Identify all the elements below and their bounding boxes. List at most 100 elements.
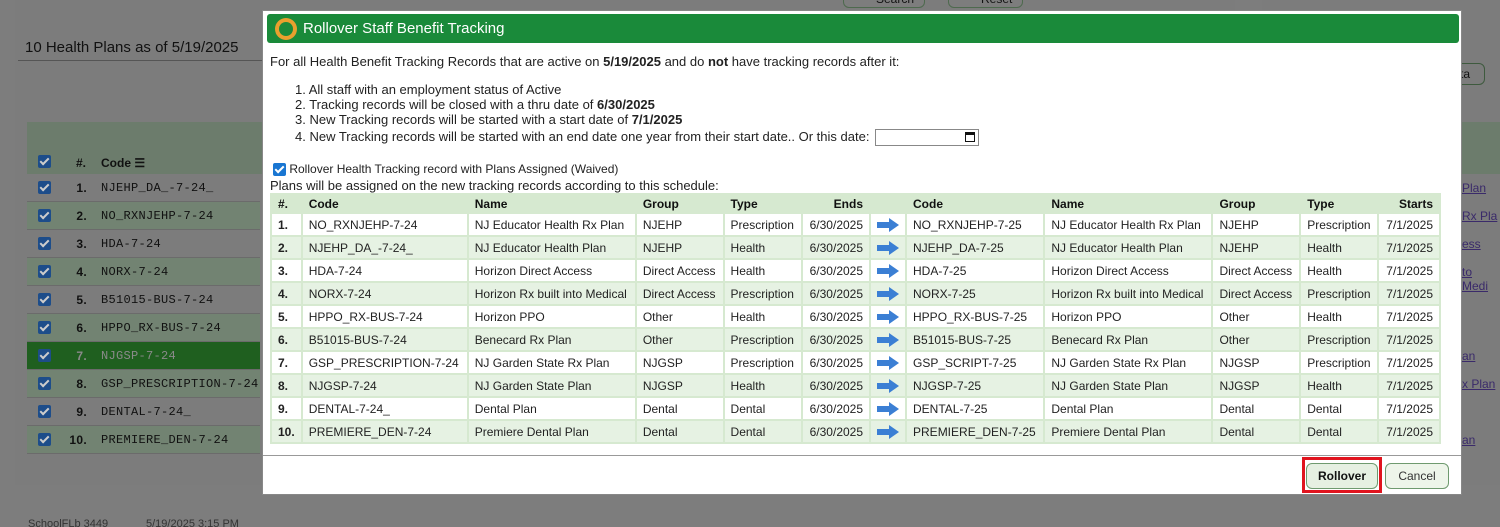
plan-group: Direct Access	[636, 283, 723, 304]
background-plan-link[interactable]: Plan	[1462, 181, 1486, 195]
row-checkbox[interactable]	[38, 209, 51, 222]
row-code: NORX-7-24	[101, 265, 169, 279]
plan-name: Premiere Dental Plan	[468, 421, 635, 442]
background-plan-link[interactable]: to Medi	[1462, 265, 1500, 293]
rollover-steps: 1. All staff with an employment status o…	[295, 82, 980, 147]
background-table-row[interactable]: 9. DENTAL-7-24_	[27, 398, 260, 426]
plan-row: 8. NJGSP-7-24 NJ Garden State Plan NJGSP Hea…	[272, 375, 1439, 396]
column-header-code[interactable]: Code ☰	[101, 156, 145, 170]
plan-code: HDA-7-24	[302, 260, 467, 281]
new-plan-group: Dental	[1213, 398, 1300, 419]
header-starts: Starts	[1398, 196, 1433, 211]
new-plan-starts: 7/1/2025	[1379, 260, 1439, 281]
background-table-row[interactable]: 4. NORX-7-24	[27, 258, 260, 286]
row-checkbox[interactable]	[38, 293, 51, 306]
background-table-row[interactable]: 10. PREMIERE_DEN-7-24	[27, 426, 260, 454]
row-checkbox[interactable]	[38, 321, 51, 334]
new-plan-code: HDA-7-25	[907, 260, 1044, 281]
header-arrow	[871, 195, 905, 212]
plan-group: Other	[636, 306, 723, 327]
background-plan-link[interactable]: an	[1462, 349, 1475, 363]
plan-name: Horizon Rx built into Medical	[468, 283, 635, 304]
row-code: GSP_PRESCRIPTION-7-24	[101, 377, 259, 391]
new-plan-starts: 7/1/2025	[1379, 306, 1439, 327]
plan-code: NORX-7-24	[302, 283, 467, 304]
waived-checkbox[interactable]	[273, 163, 286, 177]
intro-text: For all Health Benefit Tracking Records …	[270, 54, 899, 69]
background-table-row[interactable]: 8. GSP_PRESCRIPTION-7-24	[27, 370, 260, 398]
waived-checkbox-row[interactable]: Rollover Health Tracking record with Pla…	[273, 162, 618, 177]
calendar-icon[interactable]	[965, 132, 976, 143]
rollover-arrow	[871, 214, 906, 235]
plan-type: Prescription	[724, 329, 801, 350]
rollover-arrow	[871, 421, 906, 442]
new-plan-type: Prescription	[1301, 283, 1378, 304]
background-table-row[interactable]: 6. HPPO_RX-BUS-7-24	[27, 314, 260, 342]
plan-name: Dental Plan	[468, 398, 635, 419]
header-new-group: Group	[1219, 196, 1256, 211]
plan-type: Health	[724, 237, 801, 258]
plan-type: Prescription	[724, 214, 801, 235]
plan-code: B51015-BUS-7-24	[302, 329, 467, 350]
header-type: Type	[730, 196, 758, 211]
step-1: 1. All staff with an employment status o…	[295, 82, 562, 97]
new-plan-name: NJ Garden State Rx Plan	[1045, 352, 1212, 373]
new-plan-name: NJ Garden State Plan	[1045, 375, 1212, 396]
plan-num: 1.	[272, 214, 301, 235]
row-checkbox[interactable]	[38, 349, 51, 362]
header-num: #.	[278, 196, 289, 211]
row-checkbox[interactable]	[38, 181, 51, 194]
new-plan-starts: 7/1/2025	[1379, 352, 1439, 373]
rollover-button[interactable]: Rollover	[1306, 463, 1378, 489]
row-checkbox[interactable]	[38, 377, 51, 390]
background-table-row[interactable]: 7. NJGSP-7-24	[27, 342, 260, 370]
background-table-row[interactable]: 2. NO_RXNJEHP-7-24	[27, 202, 260, 230]
new-plan-code: HPPO_RX-BUS-7-25	[907, 306, 1044, 327]
intro-not: not	[707, 54, 729, 69]
header-new-code: Code	[913, 196, 944, 211]
row-checkbox[interactable]	[38, 265, 51, 278]
end-date-input[interactable]	[875, 129, 980, 147]
background-table-row[interactable]: 5. B51015-BUS-7-24	[27, 286, 260, 314]
row-checkbox[interactable]	[38, 237, 51, 250]
step-2-date: 6/30/2025	[597, 97, 655, 112]
background-plan-link[interactable]: Rx Pla	[1462, 209, 1497, 223]
cancel-button[interactable]: Cancel	[1385, 463, 1449, 489]
row-number: 1.	[76, 181, 87, 195]
row-code: DENTAL-7-24_	[101, 405, 192, 419]
plan-num: 6.	[272, 329, 301, 350]
new-plan-name: NJ Educator Health Plan	[1045, 237, 1212, 258]
new-plan-type: Health	[1301, 306, 1378, 327]
plan-num: 9.	[272, 398, 301, 419]
row-checkbox[interactable]	[38, 433, 51, 446]
background-table-row[interactable]: 1. NJEHP_DA_-7-24_	[27, 174, 260, 202]
plan-type: Health	[724, 375, 801, 396]
dialog-footer-divider	[263, 455, 1461, 456]
new-plan-name: Dental Plan	[1045, 398, 1212, 419]
header-new-type: Type	[1307, 196, 1335, 211]
background-plan-link[interactable]: x Plan	[1462, 377, 1495, 391]
reset-button[interactable]: Reset	[948, 0, 1024, 8]
new-plan-type: Prescription	[1301, 214, 1378, 235]
background-plan-link[interactable]: ess	[1462, 237, 1481, 251]
plan-ends: 6/30/2025	[802, 375, 870, 396]
plan-type: Dental	[724, 398, 801, 419]
rollover-arrow	[871, 352, 906, 373]
row-checkbox[interactable]	[38, 405, 51, 418]
background-table-row[interactable]: 3. HDA-7-24	[27, 230, 260, 258]
select-all-checkbox[interactable]	[38, 155, 51, 168]
search-button[interactable]: Search	[843, 0, 926, 8]
column-menu-icon[interactable]: ☰	[134, 156, 145, 170]
row-number: 7.	[76, 349, 87, 363]
arrow-right-icon	[877, 424, 900, 439]
row-number: 2.	[76, 209, 87, 223]
plan-ends: 6/30/2025	[802, 306, 870, 327]
dialog-title: Rollover Staff Benefit Tracking	[303, 20, 505, 37]
background-plan-link[interactable]: an	[1462, 433, 1475, 447]
plan-name: Benecard Rx Plan	[468, 329, 635, 350]
new-plan-type: Health	[1301, 375, 1378, 396]
step-4: 4. New Tracking records will be started …	[295, 129, 980, 147]
new-plan-type: Health	[1301, 260, 1378, 281]
new-plan-type: Dental	[1301, 421, 1378, 442]
row-number: 8.	[76, 377, 87, 391]
